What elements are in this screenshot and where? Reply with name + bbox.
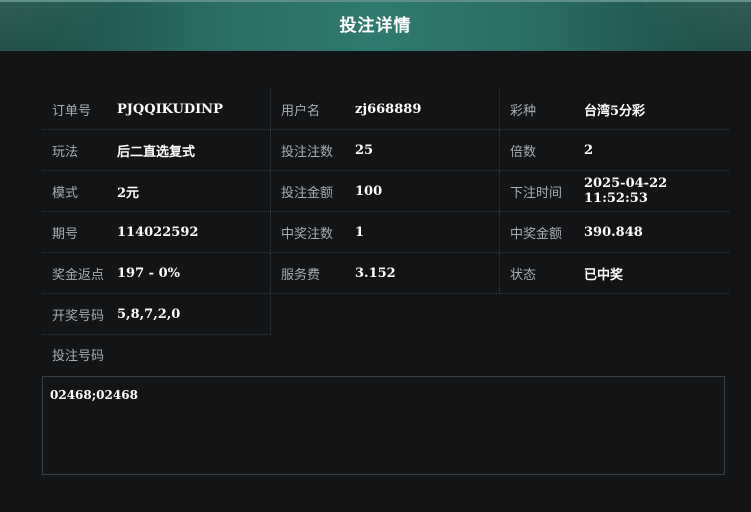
multiplier-cell: 倍数 2 <box>499 130 729 170</box>
bet-details-dialog: 投注详情 订单号 PJQQIKUDINP 用户名 zj668889 彩种 台湾5… <box>0 0 751 512</box>
order-number-cell: 订单号 PJQQIKUDINP <box>42 89 270 129</box>
win-amount-value: 390.848 <box>584 224 643 240</box>
bet-time-label: 下注时间 <box>510 185 563 201</box>
draw-number-cell: 开奖号码 5,8,7,2,0 <box>42 294 271 335</box>
draw-number-label: 开奖号码 <box>52 308 105 324</box>
service-fee-label: 服务费 <box>281 267 321 283</box>
bet-numbers-label: 投注号码 <box>52 349 105 364</box>
win-amount-cell: 中奖金额 390.848 <box>499 212 729 252</box>
win-count-value: 1 <box>355 224 365 240</box>
details-row-order: 订单号 PJQQIKUDINP 用户名 zj668889 彩种 台湾5分彩 <box>42 89 729 130</box>
username-value: zj668889 <box>355 101 422 117</box>
lottery-type-label: 彩种 <box>510 103 537 119</box>
mode-cell: 模式 2元 <box>42 171 270 211</box>
service-fee-cell: 服务费 3.152 <box>270 253 499 293</box>
mode-label: 模式 <box>52 185 79 201</box>
play-method-value: 后二直选复式 <box>117 144 196 160</box>
username-cell: 用户名 zj668889 <box>270 89 499 129</box>
rebate-cell: 奖金返点 197 - 0% <box>42 253 270 293</box>
bet-time-value: 2025-04-22 11:52:53 <box>584 176 668 206</box>
rebate-value: 197 - 0% <box>117 265 180 281</box>
bet-numbers-value: 02468;02468 <box>50 388 138 402</box>
bet-count-label: 投注注数 <box>281 144 334 160</box>
issue-number-cell: 期号 114022592 <box>42 212 270 252</box>
play-method-cell: 玩法 后二直选复式 <box>42 130 270 170</box>
issue-number-value: 114022592 <box>117 224 199 240</box>
username-label: 用户名 <box>281 103 321 119</box>
details-row-draw: 开奖号码 5,8,7,2,0 <box>42 294 729 335</box>
details-row-issue: 期号 114022592 中奖注数 1 中奖金额 390.848 <box>42 212 729 253</box>
bet-count-value: 25 <box>355 142 374 158</box>
details-row-rebate: 奖金返点 197 - 0% 服务费 3.152 状态 已中奖 <box>42 253 729 294</box>
win-count-label: 中奖注数 <box>281 226 334 242</box>
bet-count-cell: 投注注数 25 <box>270 130 499 170</box>
details-grid: 订单号 PJQQIKUDINP 用户名 zj668889 彩种 台湾5分彩 玩法… <box>42 89 729 335</box>
order-number-label: 订单号 <box>52 103 92 119</box>
play-method-label: 玩法 <box>52 144 79 160</box>
multiplier-value: 2 <box>584 142 594 158</box>
status-cell: 状态 已中奖 <box>499 253 729 293</box>
order-number-value: PJQQIKUDINP <box>117 101 223 117</box>
bet-time-cell: 下注时间 2025-04-22 11:52:53 <box>499 171 729 211</box>
mode-value: 2元 <box>117 185 140 201</box>
rebate-label: 奖金返点 <box>52 267 105 283</box>
lottery-type-value: 台湾5分彩 <box>584 103 646 119</box>
details-row-mode: 模式 2元 投注金额 100 下注时间 2025-04-22 11:52:53 <box>42 171 729 212</box>
win-amount-label: 中奖金额 <box>510 226 563 242</box>
bet-amount-cell: 投注金额 100 <box>270 171 499 211</box>
lottery-type-cell: 彩种 台湾5分彩 <box>499 89 729 129</box>
issue-number-label: 期号 <box>52 226 79 242</box>
bet-numbers-box[interactable]: 02468;02468 <box>42 376 725 475</box>
multiplier-label: 倍数 <box>510 144 537 160</box>
bet-amount-value: 100 <box>355 183 383 199</box>
service-fee-value: 3.152 <box>355 265 396 281</box>
bet-amount-label: 投注金额 <box>281 185 334 201</box>
status-value: 已中奖 <box>584 267 624 283</box>
dialog-title: 投注详情 <box>339 16 412 36</box>
details-row-play: 玩法 后二直选复式 投注注数 25 倍数 2 <box>42 130 729 171</box>
status-label: 状态 <box>510 267 537 283</box>
win-count-cell: 中奖注数 1 <box>270 212 499 252</box>
dialog-header: 投注详情 <box>0 0 751 51</box>
draw-number-value: 5,8,7,2,0 <box>117 306 181 322</box>
